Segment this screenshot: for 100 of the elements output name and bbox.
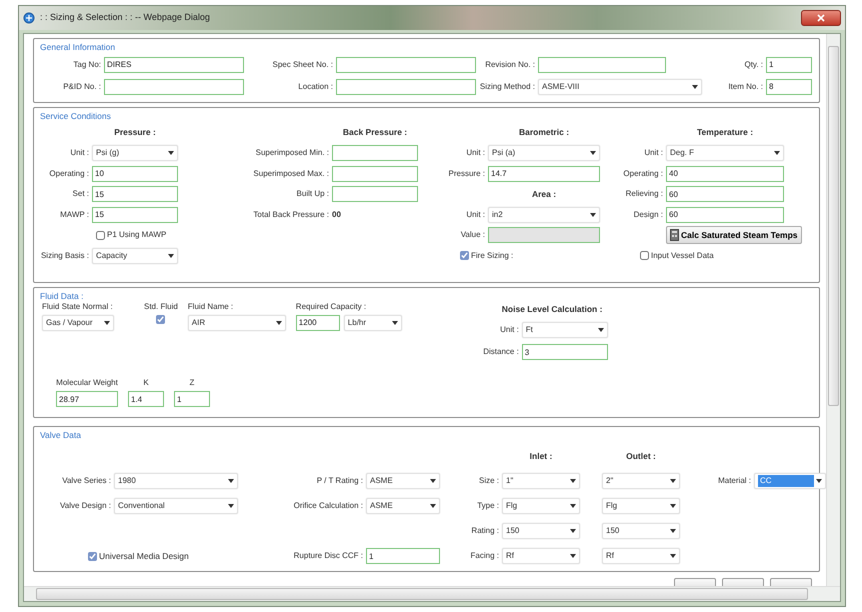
caret-icon [570, 504, 576, 508]
text-field[interactable]: 1 [366, 548, 440, 564]
dropdown[interactable]: Flg [602, 498, 680, 514]
field-label: Spec Sheet No. : [272, 60, 334, 69]
caret-icon [598, 328, 604, 332]
window-title: : : Sizing & Selection : : -- Webpage Dialog [40, 11, 210, 24]
column-heading: Temperature : [696, 126, 754, 140]
field-label: Unit : [465, 149, 486, 158]
field-label: Qty. : [743, 60, 764, 69]
section-title: General Information [40, 41, 116, 54]
field-label: Superimposed Min. : [254, 149, 330, 158]
dropdown[interactable]: 150 [602, 523, 680, 539]
dropdown[interactable]: ASME [366, 498, 440, 514]
text-field[interactable]: 60 [666, 186, 784, 202]
horizontal-scrollbar[interactable] [24, 586, 840, 601]
dropdown[interactable]: AIR [188, 314, 286, 330]
checkbox[interactable] [96, 230, 105, 240]
section-title: Service Conditions [40, 110, 111, 122]
dropdown[interactable]: Rf [602, 548, 680, 564]
text-field[interactable]: 1200 [296, 314, 340, 330]
dropdown[interactable]: Gas / Vapour [42, 314, 114, 330]
field-label: Value : [460, 231, 486, 240]
text-field[interactable]: 28.97 [56, 391, 118, 408]
caret-icon [670, 479, 676, 483]
column-heading: Back Pressure : [342, 126, 408, 140]
close-button[interactable] [801, 10, 841, 26]
text-field[interactable] [104, 78, 244, 95]
text-field[interactable] [336, 56, 476, 73]
text-field[interactable] [538, 56, 666, 73]
column-heading: Pressure : [113, 126, 157, 140]
dropdown[interactable]: Conventional [114, 498, 238, 514]
text-field[interactable]: 15 [92, 206, 178, 223]
field-label: Fluid State Normal : [42, 302, 113, 310]
dropdown[interactable]: Lb/hr [344, 314, 402, 330]
text-field[interactable]: 15 [92, 186, 178, 202]
text-field[interactable] [336, 78, 476, 95]
dropdown[interactable]: Psi (g) [92, 145, 178, 162]
text-field[interactable]: 1 [766, 56, 812, 73]
text-field[interactable]: 60 [666, 206, 784, 223]
field-label: Type : [476, 502, 500, 510]
dropdown[interactable]: 2" [602, 473, 680, 489]
field-label: Sizing Basis : [40, 252, 90, 260]
text-field[interactable] [332, 186, 418, 202]
caret-icon [570, 529, 576, 533]
dropdown[interactable]: ASME [366, 473, 440, 489]
dropdown[interactable]: 1" [502, 473, 580, 489]
section-title: Valve Data [40, 428, 81, 442]
dropdown[interactable]: Ft [522, 322, 608, 338]
field-label: Z [190, 379, 194, 388]
field-label: Rating : [470, 527, 500, 535]
dropdown[interactable]: Rf [502, 548, 580, 564]
dropdown[interactable]: Flg [502, 498, 580, 514]
dropdown[interactable]: 1980 [114, 473, 238, 489]
text-field[interactable] [332, 166, 418, 182]
field-label: Unit : [69, 149, 90, 158]
field-label: Location : [297, 82, 334, 91]
close-icon [817, 14, 825, 22]
dropdown[interactable]: Psi (a) [488, 145, 600, 162]
dropdown[interactable]: Deg. F [666, 145, 784, 162]
column-heading: Inlet : [528, 450, 554, 462]
calc-button[interactable]: Calc Saturated Steam Temps [666, 226, 802, 244]
checkbox[interactable] [88, 552, 97, 561]
field-label: Total Back Pressure : [252, 210, 330, 219]
field-label: Sizing Method : [478, 82, 536, 91]
dropdown[interactable]: in2 [488, 206, 600, 223]
checkbox-label: Fire Sizing : [471, 250, 514, 262]
caret-icon [692, 84, 698, 89]
column-heading: Barometric : [518, 126, 570, 140]
text-field[interactable] [332, 145, 418, 162]
field-label: Relieving : [624, 190, 664, 198]
dropdown[interactable]: 150 [502, 523, 580, 539]
text-field[interactable]: 10 [92, 166, 178, 182]
checkbox[interactable] [640, 251, 649, 260]
text-field[interactable]: 8 [766, 78, 812, 95]
dropdown[interactable]: Capacity [92, 248, 178, 264]
vertical-scrollbar[interactable] [826, 34, 840, 586]
caret-icon [670, 504, 676, 508]
calculator-icon [670, 229, 679, 242]
field-label: MAWP : [59, 210, 90, 219]
checkbox[interactable] [156, 314, 166, 324]
caret-icon [670, 529, 676, 533]
field-label: Item No. : [727, 82, 764, 91]
field-label: Rupture Disc CCF : [292, 552, 364, 560]
field-label: Valve Series : [61, 477, 112, 485]
text-field[interactable]: 14.7 [488, 166, 600, 182]
caret-icon [228, 504, 234, 508]
checkbox-label: P1 Using MAWP [107, 229, 166, 242]
caret-icon [168, 254, 174, 258]
checkbox[interactable] [460, 251, 469, 260]
text-field[interactable]: 40 [666, 166, 784, 182]
text-field[interactable]: 1 [174, 391, 210, 408]
caret-icon [392, 320, 398, 324]
text-field[interactable]: DIRES [104, 56, 244, 73]
field-label: Size : [478, 477, 500, 485]
text-field[interactable]: 3 [522, 344, 608, 360]
text-field[interactable]: 1.4 [128, 391, 164, 408]
field-label: Facing : [470, 552, 500, 560]
dropdown[interactable]: ASME-VIII [538, 78, 702, 95]
field-label: Distance : [482, 348, 520, 356]
column-heading: Area : [530, 188, 558, 201]
